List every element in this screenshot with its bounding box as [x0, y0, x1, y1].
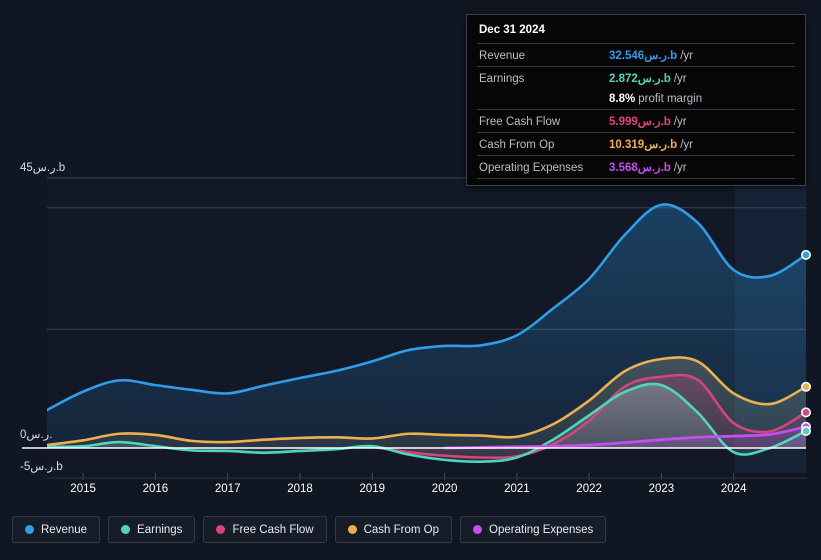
financial-chart-widget: 45ر.س.b 0ر.س. -5ر.س.b 2015 2016 2017 2018 20…: [0, 0, 821, 560]
tooltip-metric-label: Operating Expenses: [479, 162, 584, 174]
tooltip-row: Operating Expenses 3.568ر.س.b/yr: [477, 155, 795, 178]
tooltip-metric-suffix: /yr: [673, 116, 687, 128]
tooltip-profit-margin-value: 8.8%: [609, 93, 636, 105]
legend-item-label: Cash From Op: [363, 523, 440, 536]
legend-item-operating-expenses[interactable]: Operating Expenses: [460, 516, 607, 543]
endpoint-marker-revenue[interactable]: [800, 249, 811, 260]
y-axis-label-top: 45ر.س.b: [20, 162, 66, 174]
tooltip-metric-value-wrap: 2.872ر.س.b/yr: [609, 69, 687, 87]
endpoint-marker-earnings[interactable]: [800, 425, 811, 436]
legend-item-label: Revenue: [41, 523, 88, 536]
tooltip-metric-value: 3.568ر.س.b: [609, 162, 671, 174]
x-axis-label: 2021: [504, 483, 530, 495]
y-axis-label-bottom: -5ر.س.b: [20, 461, 63, 473]
tooltip-profit-margin-label: profit margin: [638, 93, 703, 105]
x-axis-ticks: [82, 473, 735, 480]
tooltip-metric-value: 10.319ر.س.b: [609, 139, 678, 151]
tooltip-metric-label: Cash From Op: [479, 139, 555, 151]
x-axis-label: 2023: [648, 483, 675, 495]
x-axis-label: 2024: [720, 483, 747, 495]
legend-item-label: Operating Expenses: [489, 523, 594, 536]
tooltip-metric-label: Free Cash Flow: [479, 116, 561, 128]
tooltip-row: Revenue 32.546ر.س.b/yr: [477, 43, 795, 66]
legend-item-label: Free Cash Flow: [232, 523, 314, 536]
legend-item-earnings[interactable]: Earnings: [108, 516, 196, 543]
tooltip-metric-suffix: /yr: [673, 162, 687, 174]
tooltip-row: Free Cash Flow 5.999ر.س.b/yr: [477, 109, 795, 132]
tooltip-metric-value-wrap: 5.999ر.س.b/yr: [609, 112, 687, 130]
tooltip-metric-value: 32.546ر.س.b: [609, 50, 678, 62]
legend-color-dot-icon: [121, 525, 131, 534]
tooltip-date: Dec 31 2024: [479, 24, 545, 36]
chart-svg: [22, 177, 811, 480]
tooltip-row: Earnings 2.872ر.س.b/yr: [477, 66, 795, 89]
tooltip-metric-value-wrap: 10.319ر.س.b/yr: [609, 135, 693, 153]
chart-plot-area: [0, 160, 821, 490]
legend-item-label: Earnings: [137, 523, 183, 536]
x-axis-label: 2020: [431, 483, 458, 495]
x-axis-label: 2018: [287, 483, 313, 495]
tooltip-bottom-rule: [477, 178, 795, 179]
tooltip-metric-value-wrap: 3.568ر.س.b/yr: [609, 158, 687, 176]
tooltip-profit-margin-row: 8.8% profit margin: [477, 89, 795, 109]
tooltip-rows: Revenue 32.546ر.س.b/yr Earnings 2.872ر.س.b /…: [477, 43, 795, 179]
x-axis-label: 2017: [214, 483, 241, 495]
tooltip-metric-label: Revenue: [479, 50, 526, 62]
tooltip-metric-suffix: /yr: [673, 73, 687, 85]
tooltip-metric-value-wrap: 32.546ر.س.b/yr: [609, 46, 693, 64]
legend-color-dot-icon: [473, 525, 483, 534]
tooltip-metric-value: 5.999ر.س.b: [609, 116, 671, 128]
endpoint-marker-cash-from-op[interactable]: [800, 381, 811, 392]
tooltip-metric-suffix: /yr: [680, 139, 693, 151]
x-axis-labels: 2015 2016 2017 2018 2019 2020 2021 2022 2023 2024: [0, 483, 821, 503]
y-axis-label-zero: 0ر.س.: [20, 429, 53, 441]
tooltip-metric-label: Earnings: [479, 73, 525, 85]
tooltip-profit-margin-wrap: 8.8% profit margin: [609, 89, 702, 107]
legend-item-cash-from-op[interactable]: Cash From Op: [334, 516, 453, 543]
x-axis-label: 2016: [142, 483, 169, 495]
legend-color-dot-icon: [347, 525, 357, 534]
chart-legend: Revenue Earnings Free Cash Flow Cash From O…: [12, 516, 607, 543]
legend-color-dot-icon: [216, 525, 226, 534]
x-axis-label: 2019: [359, 483, 386, 495]
legend-item-revenue[interactable]: Revenue: [12, 516, 101, 543]
x-axis-label: 2015: [70, 483, 96, 495]
chart-tooltip: Dec 31 2024 Revenue 32.546ر.س.b/yr Earning…: [466, 14, 806, 186]
x-axis-label: 2022: [576, 483, 602, 495]
tooltip-metric-suffix: /yr: [680, 50, 693, 62]
legend-color-dot-icon: [25, 525, 34, 534]
endpoint-marker-free-cash-flow[interactable]: [800, 407, 811, 418]
tooltip-metric-value: 2.872ر.س.b: [609, 73, 671, 85]
tooltip-row: Cash From Op 10.319ر.س.b/yr: [477, 132, 795, 155]
legend-item-free-cash-flow[interactable]: Free Cash Flow: [203, 516, 327, 543]
